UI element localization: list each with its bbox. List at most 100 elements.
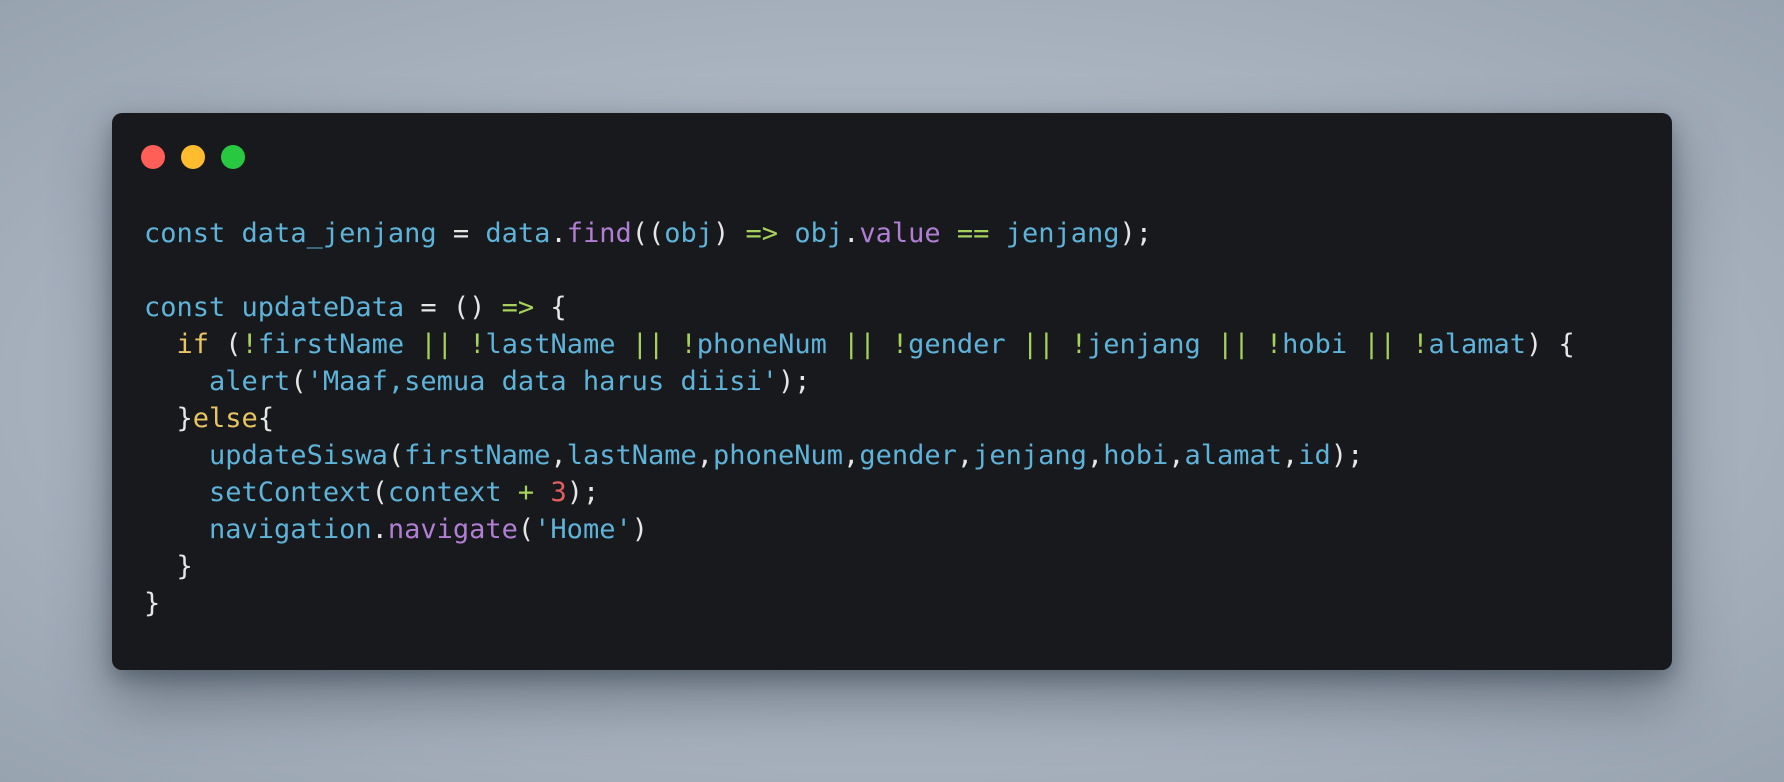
code-token: . <box>843 218 860 249</box>
code-token: ( <box>209 329 242 360</box>
code-token: , <box>956 440 974 471</box>
code-token: ); <box>777 366 811 397</box>
code-token: } <box>144 588 161 619</box>
code-token: lastName <box>485 329 616 360</box>
code-token: lastName <box>566 440 697 471</box>
code-token: alamat <box>1428 329 1527 360</box>
maximize-dot-icon[interactable] <box>221 145 245 169</box>
code-token: } <box>144 551 193 582</box>
code-token: ( <box>290 366 307 397</box>
code-token: if <box>176 329 210 360</box>
code-token: . <box>371 514 388 545</box>
code-token: ) <box>713 218 746 249</box>
code-token: const <box>144 292 226 323</box>
code-token: ); <box>566 477 600 508</box>
code-token: id <box>1298 440 1331 471</box>
code-token: phoneNum <box>696 329 827 360</box>
code-token: , <box>1282 440 1299 471</box>
code-token: 'Home' <box>534 514 632 545</box>
code-token: == <box>956 218 990 249</box>
code-token: jenjang <box>1005 218 1120 249</box>
code-token: (( <box>631 218 665 249</box>
code-token: = <box>436 218 486 249</box>
code-token: navigate <box>387 514 518 545</box>
code-token: ! <box>1070 329 1088 360</box>
code-token: => <box>745 218 779 249</box>
code-token: || <box>631 329 665 360</box>
code-token: , <box>843 440 860 471</box>
code-token: hobi <box>1282 329 1348 360</box>
code-token: updateData <box>241 292 405 323</box>
code-token: || <box>420 329 453 360</box>
code-token: data_jenjang <box>241 218 437 249</box>
code-line: setContext(context + 3); <box>144 474 1575 511</box>
code-line: const data_jenjang = data.find((obj) => … <box>144 215 1575 252</box>
window-controls <box>141 145 245 169</box>
code-token: => <box>501 292 535 323</box>
code-token: jenjang <box>973 440 1087 471</box>
code-token: phoneNum <box>713 440 844 471</box>
code-token: ! <box>241 329 258 360</box>
code-token: ); <box>1119 218 1153 249</box>
code-token: firstName <box>404 440 551 471</box>
code-line: } <box>144 585 1575 622</box>
code-token: || <box>1217 329 1250 360</box>
code-line: updateSiswa(firstName,lastName,phoneNum,… <box>144 437 1575 474</box>
code-token: ( <box>371 477 388 508</box>
code-window: const data_jenjang = data.find((obj) => … <box>112 113 1672 670</box>
code-token: 3 <box>550 477 567 508</box>
code-token: ( <box>387 440 405 471</box>
code-token: 'Maaf,semua data harus diisi' <box>306 366 778 397</box>
code-token: } <box>144 403 193 434</box>
close-dot-icon[interactable] <box>141 145 165 169</box>
code-token: firstName <box>257 329 405 360</box>
code-token: ! <box>891 329 909 360</box>
code-token: || <box>1363 329 1396 360</box>
code-token: ( <box>517 514 535 545</box>
code-token: navigation <box>209 514 372 545</box>
code-line: if (!firstName || !lastName || !phoneNum… <box>144 326 1575 363</box>
code-line: alert('Maaf,semua data harus diisi'); <box>144 363 1575 400</box>
code-token: obj <box>794 218 844 249</box>
code-token: ) { <box>1526 329 1575 360</box>
code-line: } <box>144 548 1575 585</box>
code-block: const data_jenjang = data.find((obj) => … <box>144 215 1575 622</box>
code-token: || <box>1021 329 1055 360</box>
code-token: data <box>485 218 551 249</box>
minimize-dot-icon[interactable] <box>181 145 205 169</box>
code-token: setContext <box>209 477 372 508</box>
code-token: , <box>696 440 713 471</box>
code-line: }else{ <box>144 400 1575 437</box>
code-token: jenjang <box>1087 329 1201 360</box>
code-token: alamat <box>1184 440 1283 471</box>
code-token: ! <box>1412 329 1429 360</box>
code-token: = () <box>404 292 502 323</box>
code-token: updateSiswa <box>209 440 388 471</box>
code-token: hobi <box>1103 440 1169 471</box>
code-token: ! <box>1265 329 1283 360</box>
code-token: else <box>192 403 258 434</box>
code-token: context <box>387 477 502 508</box>
code-token: || <box>843 329 876 360</box>
code-token: const <box>144 218 226 249</box>
code-token: { <box>534 292 567 323</box>
